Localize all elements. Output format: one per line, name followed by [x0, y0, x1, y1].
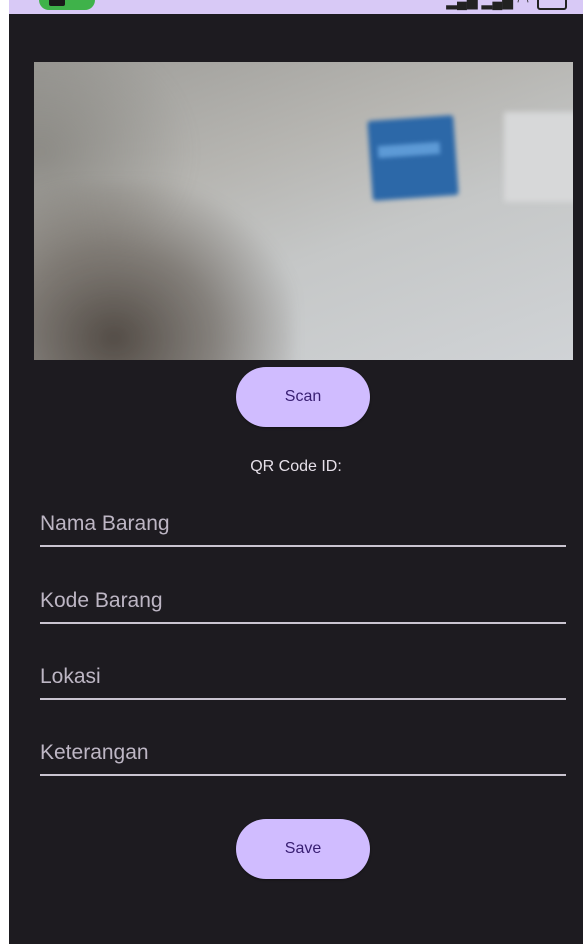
camera-preview[interactable] [34, 62, 573, 360]
call-indicator-icon [39, 0, 95, 10]
camera-frame-object [367, 115, 459, 201]
lokasi-field[interactable] [40, 660, 566, 700]
camera-frame-object [504, 112, 573, 202]
phone-icon [49, 0, 65, 6]
status-bar: ▂▄▆ ▂▄▆ ◠ [9, 0, 583, 14]
signal-icon: ▂▄▆ [446, 0, 478, 9]
save-button[interactable]: Save [236, 819, 370, 879]
camera-frame-shadow [34, 182, 294, 360]
qr-code-id-label: QR Code ID: [250, 458, 342, 475]
app-screen: ▂▄▆ ▂▄▆ ◠ Scan QR Code ID: Save [9, 0, 583, 944]
scan-button[interactable]: Scan [236, 367, 370, 427]
signal-icon: ▂▄▆ [481, 0, 513, 9]
status-icons: ▂▄▆ ▂▄▆ ◠ [446, 0, 567, 11]
wifi-icon: ◠ [516, 0, 530, 9]
kode-barang-field[interactable] [40, 584, 566, 624]
nama-barang-field[interactable] [40, 507, 566, 547]
battery-icon [537, 0, 567, 11]
keterangan-field[interactable] [40, 736, 566, 776]
